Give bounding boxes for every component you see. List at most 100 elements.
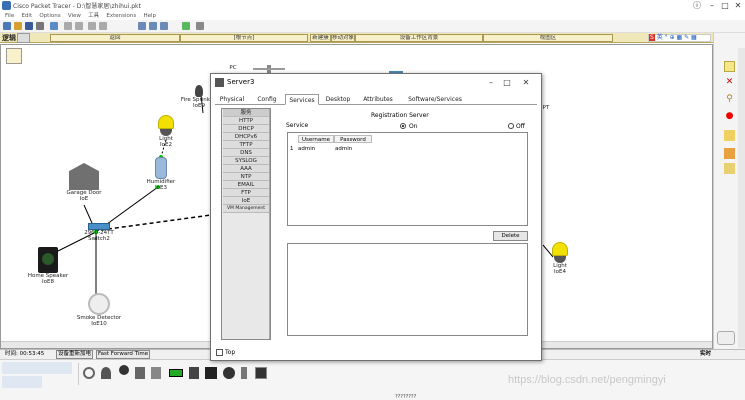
device-smoke-detector[interactable]: Smoke Detector IoE10 [75, 293, 123, 327]
simple-pdu-icon[interactable] [724, 163, 735, 174]
minimize-button[interactable]: – [705, 0, 719, 11]
tab-config[interactable]: Config [252, 94, 282, 105]
device-home-speaker[interactable]: Home Speaker IoE8 [26, 247, 70, 285]
print-icon[interactable] [36, 22, 44, 30]
realtime-label[interactable]: 实时 [700, 350, 711, 359]
vertical-scrollbar[interactable] [738, 48, 745, 348]
service-email[interactable]: EMAIL [223, 181, 269, 189]
power-cycle-button[interactable]: 设备重新加电 [56, 350, 94, 359]
tab-physical[interactable]: Physical [215, 94, 249, 105]
redo-icon[interactable] [99, 22, 107, 30]
light-bulb-icon [552, 242, 568, 256]
dialog-title-bar[interactable]: Server3 – □ ✕ [211, 74, 541, 91]
maximize-button[interactable]: □ [718, 0, 732, 11]
device-door-icon[interactable] [255, 367, 267, 379]
device-smoke-icon[interactable] [83, 367, 95, 379]
detail-panel[interactable] [287, 243, 528, 336]
service-syslog[interactable]: SYSLOG [223, 157, 269, 165]
root-node-button[interactable]: [根节点] [180, 34, 308, 42]
logical-label[interactable]: 逻辑 [2, 33, 16, 43]
palette-icon[interactable] [182, 22, 190, 30]
tab-services[interactable]: Services [285, 94, 319, 105]
undo-icon[interactable] [88, 22, 96, 30]
ime-tools-icon: ° ⊕ ▦ ✎ ▦ [664, 34, 697, 41]
service-off-radio[interactable] [508, 123, 514, 129]
dialog-title: Server3 [227, 78, 255, 86]
service-tftp[interactable]: TFTP [223, 141, 269, 149]
realtime-clock-icon[interactable] [717, 331, 735, 345]
section-title: Registration Server [371, 112, 429, 119]
zoom-reset-icon[interactable] [149, 22, 157, 30]
device-siren-icon[interactable] [101, 367, 111, 379]
inspect-tool-icon[interactable]: ⚲ [724, 94, 735, 105]
delete-tool-icon[interactable]: ✕ [724, 77, 735, 88]
device-lcd-icon[interactable] [189, 367, 199, 379]
device-list[interactable] [78, 363, 278, 385]
delete-button[interactable]: Delete [493, 231, 528, 241]
right-tool-palette: ✕ ⚲ ● [713, 33, 745, 349]
service-http[interactable]: HTTP [223, 117, 269, 125]
add-note-icon[interactable] [724, 130, 735, 141]
service-ntp[interactable]: NTP [223, 173, 269, 181]
service-dns[interactable]: DNS [223, 149, 269, 157]
new-cluster-button[interactable]: 新建簇 [310, 34, 331, 42]
service-ftp[interactable]: FTP [223, 189, 269, 197]
device-speaker-icon[interactable] [135, 367, 145, 379]
packet-tracer-icon [2, 1, 11, 10]
zoom-in-icon[interactable] [138, 22, 146, 30]
device-rfid-icon[interactable] [241, 367, 247, 379]
service-list-scrollbar[interactable] [269, 109, 270, 339]
paste-icon[interactable] [75, 22, 83, 30]
help-icon[interactable]: ⓘ [690, 0, 704, 11]
device-pc[interactable]: PC [221, 65, 245, 71]
tab-software-services[interactable]: Software/Services [402, 94, 468, 105]
device-battery-icon[interactable] [169, 369, 183, 377]
service-on-radio[interactable] [400, 123, 406, 129]
top-checkbox[interactable] [216, 349, 223, 356]
service-dhcpv6[interactable]: DHCPv6 [223, 133, 269, 141]
device-fan-icon[interactable] [151, 367, 161, 379]
device-subcategory-row[interactable] [2, 376, 42, 388]
activity-wizard-icon[interactable] [50, 22, 58, 30]
back-button[interactable]: 返回 [50, 34, 180, 42]
ime-language: 英 [656, 34, 663, 41]
device-garage-door[interactable]: Garage Door IoE [63, 163, 105, 202]
move-object-button[interactable]: 移动对象 [331, 34, 355, 42]
copy-icon[interactable] [64, 22, 72, 30]
device-category-row[interactable] [2, 362, 72, 374]
light-base-icon [554, 256, 566, 263]
service-aaa[interactable]: AAA [223, 165, 269, 173]
service-vm-management[interactable]: VM Management [223, 205, 269, 213]
service-ioe[interactable]: IoE [223, 197, 269, 205]
resize-tool-icon[interactable] [724, 148, 735, 159]
select-tool-icon[interactable] [724, 61, 735, 72]
close-button[interactable]: ✕ [731, 0, 745, 11]
tab-desktop[interactable]: Desktop [322, 94, 354, 105]
service-off-label: Off [516, 123, 525, 130]
device-light-ioe4[interactable]: Light IoE4 [545, 242, 575, 275]
dialog-close-button[interactable]: ✕ [516, 76, 536, 89]
zoom-out-icon[interactable] [160, 22, 168, 30]
workspace-toggle-icon[interactable] [17, 33, 30, 43]
open-file-icon[interactable] [14, 22, 22, 30]
custom-device-icon[interactable] [196, 22, 204, 30]
viewport-button[interactable]: 视图区 [483, 34, 613, 42]
watermark: https://blog.csdn.net/pengmingyi [508, 374, 666, 386]
save-icon[interactable] [25, 22, 33, 30]
row-username: admin [298, 146, 316, 152]
row-index: 1 [290, 146, 294, 152]
device-sprinkler-icon[interactable] [119, 365, 129, 375]
service-dhcp[interactable]: DHCP [223, 125, 269, 133]
ime-toolbar[interactable]: S 英 ° ⊕ ▦ ✎ ▦ [648, 34, 711, 42]
workspace-background-button[interactable]: 设备工作区背景 [355, 34, 483, 42]
dialog-maximize-button[interactable]: □ [497, 76, 517, 89]
device-light-ioe2[interactable]: Light IoE2 [149, 115, 183, 148]
new-file-icon[interactable] [3, 22, 11, 30]
device-webcam-icon[interactable] [205, 367, 217, 379]
device-sensor-icon[interactable] [223, 367, 235, 379]
tab-attributes[interactable]: Attributes [357, 94, 399, 105]
draw-shape-icon[interactable]: ● [724, 111, 735, 122]
device-humidifier[interactable]: Humidifier IoE3 [141, 157, 181, 191]
device-switch2[interactable]: 2960-24TT Switch2 [79, 223, 119, 242]
fast-forward-button[interactable]: Fast Forward Time [96, 350, 151, 359]
